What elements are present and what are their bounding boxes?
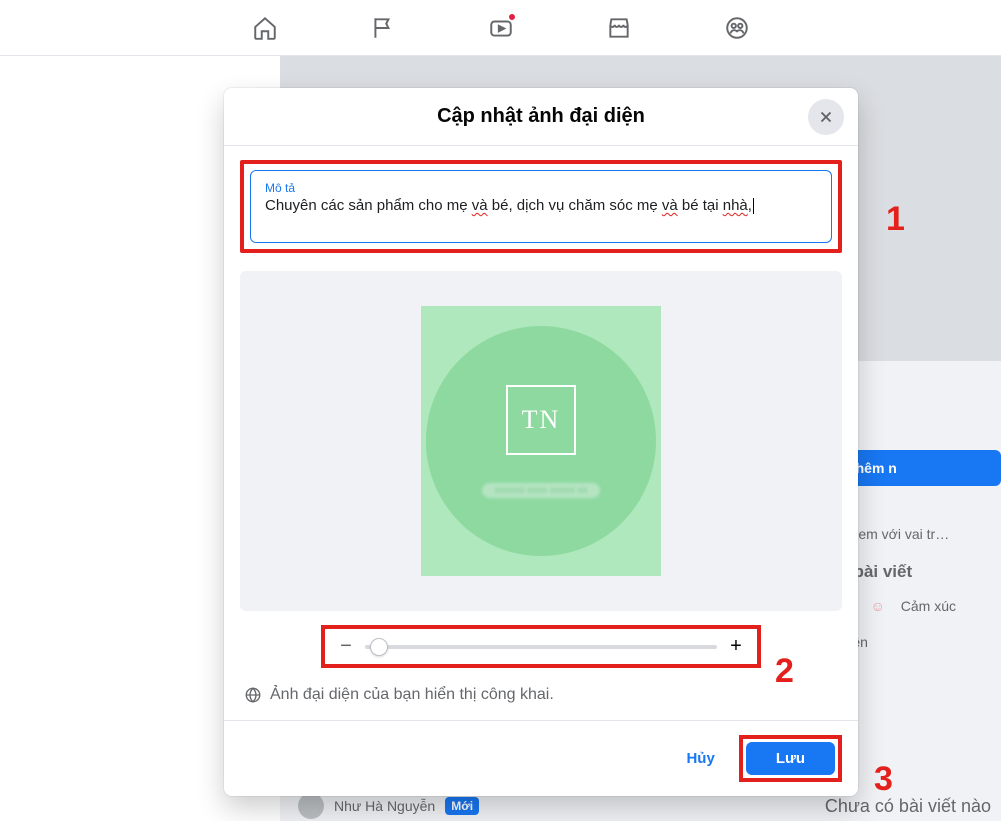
modal-footer: Hủy Lưu xyxy=(224,720,858,782)
user-name: Như Hà Nguyễn xyxy=(334,798,435,814)
new-chip: Mới xyxy=(445,797,479,815)
modal-title: Cập nhật ảnh đại diện xyxy=(437,105,645,128)
description-input[interactable]: Chuyên các sản phẩm cho mẹ và bé, dịch v… xyxy=(265,197,817,214)
zoom-in-button[interactable]: + xyxy=(727,635,745,658)
avatar-logo: TN xyxy=(506,385,576,455)
avatar-logo-text: TN xyxy=(522,405,561,435)
cancel-button[interactable]: Hủy xyxy=(672,742,728,775)
top-nav xyxy=(0,0,1001,56)
avatar-crop-area[interactable]: TN xxxxxx xxxx xxxxx xx xyxy=(240,271,842,611)
modal-body: Mô tả Chuyên các sản phẩm cho mẹ và bé, … xyxy=(224,146,858,720)
annotation-number-3: 3 xyxy=(874,760,893,799)
globe-icon xyxy=(244,686,262,704)
description-label: Mô tả xyxy=(265,181,817,195)
watch-icon[interactable] xyxy=(487,14,515,42)
zoom-thumb[interactable] xyxy=(370,638,388,656)
annotation-box-1: Mô tả Chuyên các sản phẩm cho mẹ và bé, … xyxy=(240,160,842,253)
zoom-slider[interactable] xyxy=(365,645,717,649)
avatar-subtitle xyxy=(539,463,543,475)
privacy-text: Ảnh đại diện của bạn hiển thị công khai. xyxy=(270,686,554,704)
marketplace-icon[interactable] xyxy=(605,14,633,42)
avatar-small xyxy=(298,793,324,819)
notification-badge xyxy=(507,12,517,22)
description-field[interactable]: Mô tả Chuyên các sản phẩm cho mẹ và bé, … xyxy=(250,170,832,243)
avatar-preview: TN xxxxxx xxxx xxxxx xx xyxy=(421,306,661,576)
avatar-circle: TN xxxxxx xxxx xxxxx xx xyxy=(426,326,656,556)
save-button[interactable]: Lưu xyxy=(746,742,835,775)
flag-icon[interactable] xyxy=(369,14,397,42)
annotation-box-2: − + xyxy=(321,625,761,668)
zoom-out-button[interactable]: − xyxy=(337,635,355,658)
home-icon[interactable] xyxy=(251,14,279,42)
zoom-row: − + xyxy=(240,619,842,678)
update-avatar-modal: Cập nhật ảnh đại diện Mô tả Chuyên các s… xyxy=(224,88,858,796)
modal-header: Cập nhật ảnh đại diện xyxy=(224,88,858,146)
annotation-number-1: 1 xyxy=(886,200,905,239)
annotation-box-3: Lưu xyxy=(739,735,842,782)
groups-icon[interactable] xyxy=(723,14,751,42)
avatar-subtitle-2: xxxxxx xxxx xxxxx xx xyxy=(482,483,599,498)
privacy-note: Ảnh đại diện của bạn hiển thị công khai. xyxy=(240,678,842,720)
annotation-number-2: 2 xyxy=(775,652,794,691)
close-button[interactable] xyxy=(808,99,844,135)
